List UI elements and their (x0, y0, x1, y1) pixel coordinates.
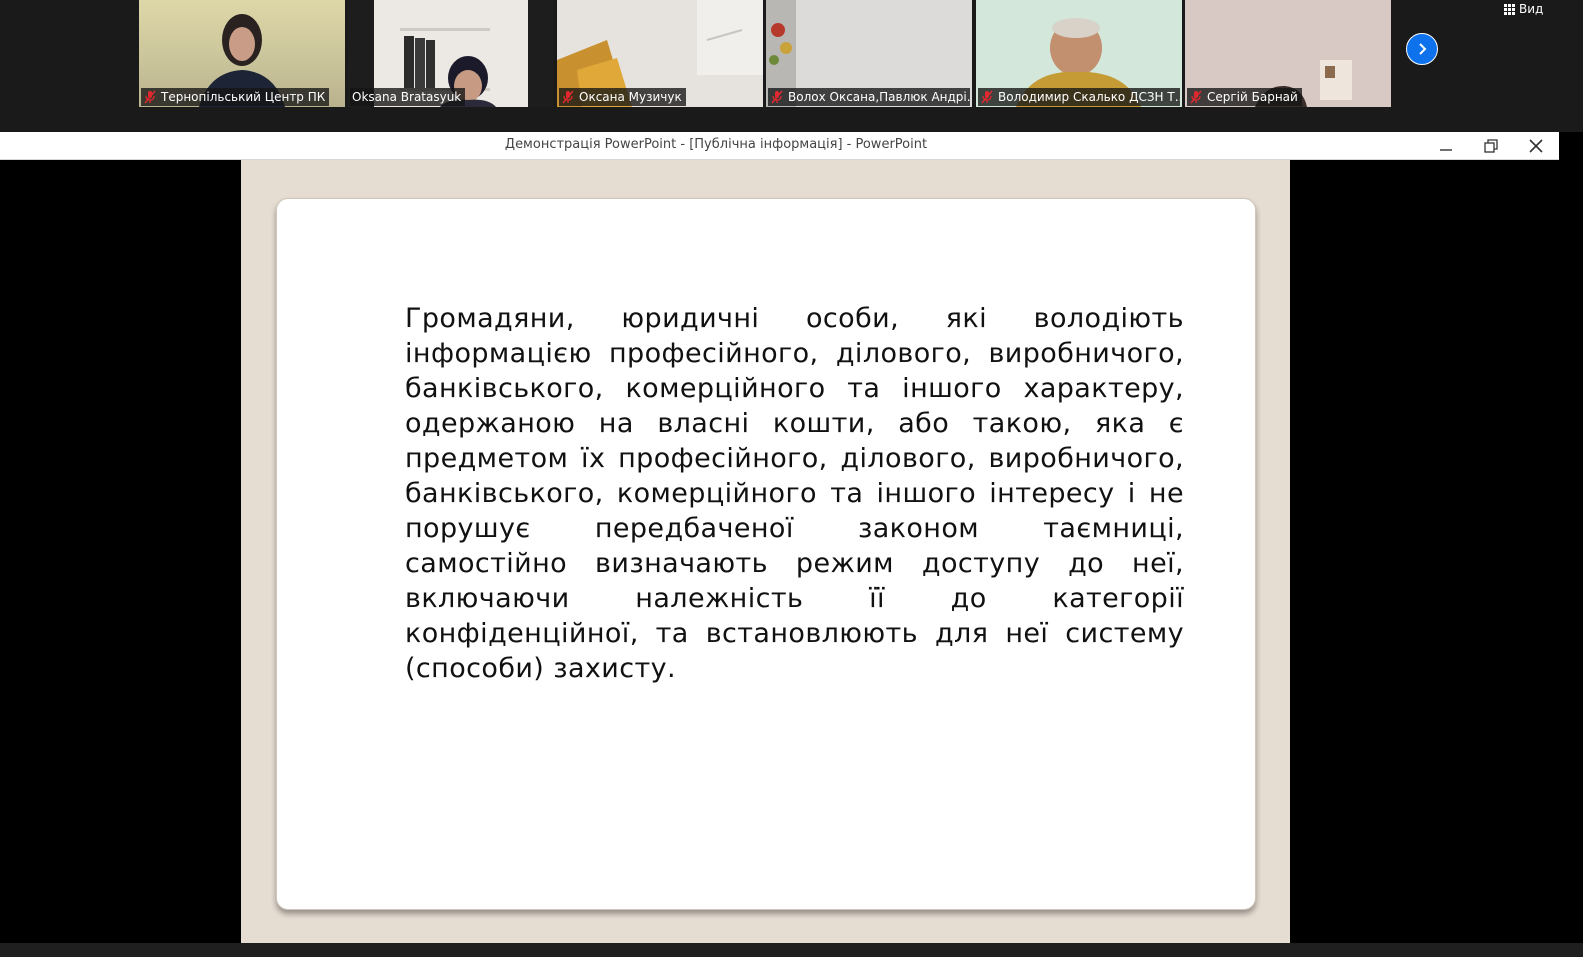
participant-name-label: Сергій Барнай (1187, 88, 1302, 106)
restore-button[interactable] (1469, 132, 1513, 159)
presentation-slide: Громадяни, юридичні особи, які володіють… (241, 160, 1290, 943)
participant-name-label: Волох Оксана,Павлюк Андрі... (768, 88, 970, 106)
window-title: Демонстрація PowerPoint - [Публічна інфо… (504, 137, 928, 152)
participant-tile[interactable]: Оксана Музичук (557, 0, 763, 107)
muted-mic-icon (981, 90, 993, 104)
participant-name-label: Oksana Bratasyuk (350, 88, 466, 106)
view-button-label: Вид (1519, 2, 1544, 16)
bottom-bar (0, 943, 1583, 957)
powerpoint-title-bar: Демонстрація PowerPoint - [Публічна інфо… (0, 132, 1559, 160)
participant-name-label: Оксана Музичук (559, 88, 686, 106)
view-button[interactable]: Вид (1504, 0, 1552, 18)
muted-mic-icon (771, 90, 783, 104)
screen-edge (1559, 132, 1583, 943)
participant-tile[interactable]: Тернопільський Центр ПК (139, 0, 345, 107)
minimize-button[interactable] (1424, 132, 1468, 159)
participant-tile[interactable]: Сергій Барнай (1185, 0, 1391, 107)
slide-content-card: Громадяни, юридичні особи, які володіють… (276, 198, 1256, 910)
minimize-icon (1440, 148, 1452, 151)
slide-body-text: Громадяни, юридичні особи, які володіють… (405, 303, 1184, 684)
close-button[interactable] (1514, 132, 1558, 159)
muted-mic-icon (562, 90, 574, 104)
participant-tile[interactable]: Володимир Скалько ДСЗН Т... (976, 0, 1182, 107)
restore-icon (1484, 138, 1498, 153)
muted-mic-icon (1190, 90, 1202, 104)
participant-tile[interactable]: Oksana Bratasyuk (348, 0, 554, 107)
participant-strip: Тернопільський Центр ПК Oksana Bratasyuk (0, 0, 1583, 132)
next-page-button[interactable] (1406, 33, 1438, 65)
participant-tile[interactable]: Волох Оксана,Павлюк Андрі... (766, 0, 972, 107)
chevron-right-icon (1419, 43, 1427, 55)
grid-icon (1504, 3, 1515, 15)
participant-name-label: Володимир Скалько ДСЗН Т... (978, 88, 1180, 106)
muted-mic-icon (144, 90, 156, 104)
participant-name-label: Тернопільський Центр ПК (141, 88, 330, 106)
close-icon (1529, 138, 1543, 153)
